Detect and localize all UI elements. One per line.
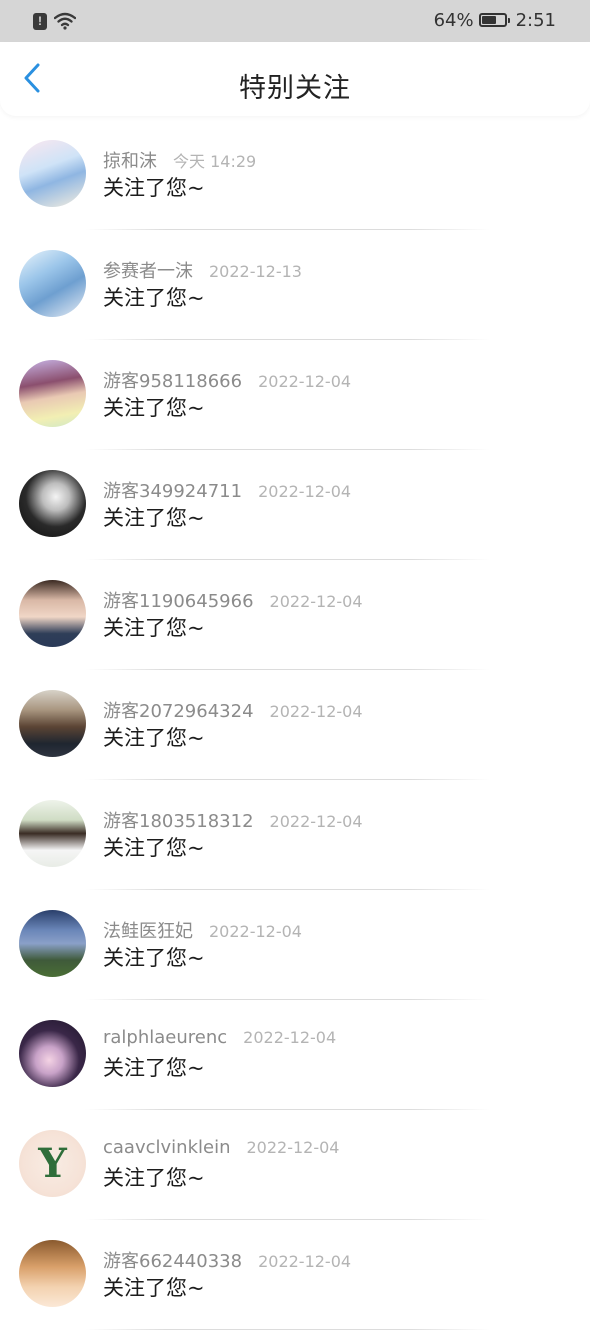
follow-message: 关注了您~ xyxy=(103,1276,205,1300)
follow-message: 关注了您~ xyxy=(103,836,205,860)
item-meta: 游客1803518312 2022-12-04 xyxy=(103,807,363,833)
status-left: ! xyxy=(33,11,76,31)
follow-date: 2022-12-04 xyxy=(246,1138,340,1157)
wifi-icon xyxy=(54,12,76,30)
battery-fill xyxy=(481,16,496,24)
avatar-glyph xyxy=(19,470,86,537)
follow-message: 关注了您~ xyxy=(103,176,205,200)
item-meta: ralphlaeurenc 2022-12-04 xyxy=(103,1027,336,1048)
clock-time: 2:51 xyxy=(515,9,556,31)
list-item[interactable]: 游客958118666 2022-12-04 关注了您~ xyxy=(0,340,590,450)
list-item[interactable]: 掠和沫 今天 14:29 关注了您~ xyxy=(0,120,590,230)
follow-list: 掠和沫 今天 14:29 关注了您~ 参赛者一沫 2022-12-13 关注了您~ 游客95… xyxy=(0,120,590,1330)
item-meta: 参赛者一沫 2022-12-13 xyxy=(103,257,302,283)
avatar-glyph xyxy=(19,360,86,427)
follow-date: 2022-12-04 xyxy=(258,1252,352,1271)
follow-date: 2022-12-04 xyxy=(269,592,363,611)
list-item[interactable]: ralphlaeurenc 2022-12-04 关注了您~ xyxy=(0,1000,590,1110)
avatar-glyph xyxy=(19,580,86,647)
user-name[interactable]: 游客2072964324 xyxy=(103,697,254,723)
follow-date: 2022-12-04 xyxy=(269,812,363,831)
follow-date: 2022-12-04 xyxy=(258,482,352,501)
user-name[interactable]: 游客958118666 xyxy=(103,367,242,393)
follow-message: 关注了您~ xyxy=(103,616,205,640)
item-meta: 游客1190645966 2022-12-04 xyxy=(103,587,363,613)
follow-date: 2022-12-04 xyxy=(258,372,352,391)
item-meta: 掠和沫 今天 14:29 xyxy=(103,147,256,173)
follow-message: 关注了您~ xyxy=(103,726,205,750)
avatar[interactable] xyxy=(19,910,86,977)
item-meta: 法鲑医狂妃 2022-12-04 xyxy=(103,917,302,943)
avatar[interactable] xyxy=(19,1240,86,1307)
follow-message: 关注了您~ xyxy=(103,396,205,420)
user-name[interactable]: 游客662440338 xyxy=(103,1247,242,1273)
avatar-glyph xyxy=(19,1020,86,1087)
status-right: 64% 2:51 xyxy=(434,8,556,32)
follow-date: 2022-12-04 xyxy=(269,702,363,721)
avatar[interactable] xyxy=(19,470,86,537)
header: 特别关注 xyxy=(0,42,590,116)
list-item[interactable]: 游客662440338 2022-12-04 关注了您~ xyxy=(0,1220,590,1330)
list-item[interactable]: Ycaavclvinklein 2022-12-04 关注了您~ xyxy=(0,1110,590,1220)
avatar-glyph xyxy=(19,910,86,977)
avatar-glyph xyxy=(19,250,86,317)
item-meta: 游客349924711 2022-12-04 xyxy=(103,477,351,503)
avatar[interactable] xyxy=(19,580,86,647)
user-name[interactable]: caavclvinklein xyxy=(103,1137,230,1158)
battery-percent: 64% xyxy=(433,9,474,31)
list-item[interactable]: 游客2072964324 2022-12-04 关注了您~ xyxy=(0,670,590,780)
list-item[interactable]: 游客349924711 2022-12-04 关注了您~ xyxy=(0,450,590,560)
avatar[interactable] xyxy=(19,250,86,317)
user-name[interactable]: 游客1803518312 xyxy=(103,807,254,833)
user-name[interactable]: ralphlaeurenc xyxy=(103,1027,227,1048)
avatar[interactable]: Y xyxy=(19,1130,86,1197)
follow-message: 关注了您~ xyxy=(103,286,205,310)
avatar[interactable] xyxy=(19,690,86,757)
item-meta: caavclvinklein 2022-12-04 xyxy=(103,1137,339,1158)
user-name[interactable]: 法鲑医狂妃 xyxy=(103,917,193,943)
user-name[interactable]: 游客1190645966 xyxy=(103,587,254,613)
avatar-glyph: Y xyxy=(38,1140,67,1187)
list-item[interactable]: 游客1803518312 2022-12-04 关注了您~ xyxy=(0,780,590,890)
item-meta: 游客662440338 2022-12-04 xyxy=(103,1247,351,1273)
follow-date: 2022-12-04 xyxy=(243,1028,337,1047)
list-item[interactable]: 参赛者一沫 2022-12-13 关注了您~ xyxy=(0,230,590,340)
alert-icon: ! xyxy=(33,12,47,30)
avatar-glyph xyxy=(19,690,86,757)
list-item[interactable]: 法鲑医狂妃 2022-12-04 关注了您~ xyxy=(0,890,590,1000)
user-name[interactable]: 游客349924711 xyxy=(103,477,242,503)
user-name[interactable]: 掠和沫 xyxy=(103,147,157,173)
follow-date: 今天 14:29 xyxy=(173,152,257,171)
avatar[interactable] xyxy=(19,1020,86,1087)
list-item[interactable]: 游客1190645966 2022-12-04 关注了您~ xyxy=(0,560,590,670)
follow-date: 2022-12-13 xyxy=(209,262,302,281)
follow-message: 关注了您~ xyxy=(103,946,205,970)
follow-date: 2022-12-04 xyxy=(209,922,302,941)
status-bar: ! 64% 2:51 xyxy=(0,0,590,42)
item-meta: 游客958118666 2022-12-04 xyxy=(103,367,351,393)
item-meta: 游客2072964324 2022-12-04 xyxy=(103,697,363,723)
battery-icon xyxy=(478,13,510,27)
avatar-glyph xyxy=(19,800,86,867)
follow-message: 关注了您~ xyxy=(103,506,205,530)
avatar-glyph xyxy=(19,140,86,207)
avatar-glyph xyxy=(19,1240,86,1307)
user-name[interactable]: 参赛者一沫 xyxy=(103,257,193,283)
follow-message: 关注了您~ xyxy=(103,1166,205,1190)
avatar[interactable] xyxy=(19,800,86,867)
page-title: 特别关注 xyxy=(239,73,351,104)
avatar[interactable] xyxy=(19,140,86,207)
follow-message: 关注了您~ xyxy=(103,1056,205,1080)
avatar[interactable] xyxy=(19,360,86,427)
